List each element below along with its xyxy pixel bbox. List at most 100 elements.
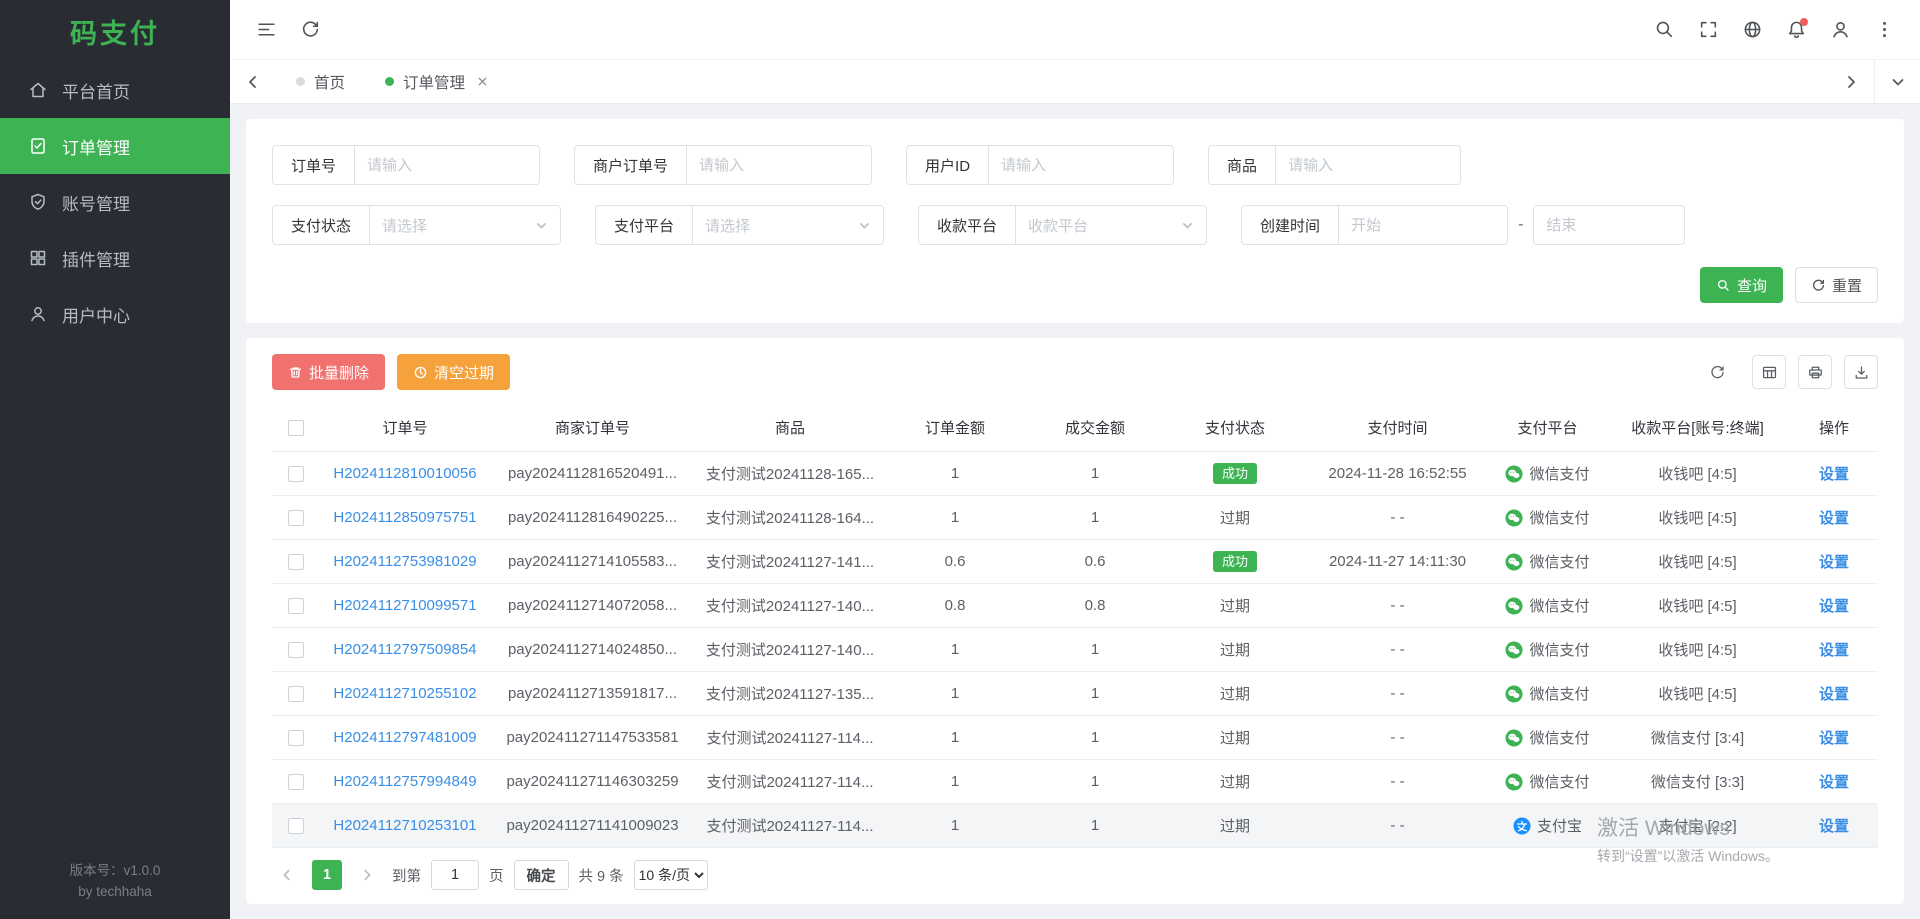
status-badge: 过期 (1220, 818, 1250, 835)
order-amount-cell: 1 (885, 760, 1025, 804)
pay-status-select[interactable]: 请选择 (369, 205, 561, 245)
print-button[interactable] (1798, 355, 1832, 389)
row-checkbox[interactable] (288, 642, 304, 658)
order-no-link[interactable]: H2024112810010056 (333, 465, 476, 482)
search-button[interactable]: 查询 (1700, 267, 1783, 303)
chevron-down-icon (858, 219, 871, 232)
paid-amount-cell: 0.8 (1025, 584, 1165, 628)
table-row: H2024112753981029 pay2024112714105583...… (272, 540, 1878, 584)
export-button[interactable] (1844, 355, 1878, 389)
row-checkbox[interactable] (288, 730, 304, 746)
row-settings-link[interactable]: 设置 (1819, 818, 1849, 835)
notification-dot (1800, 18, 1808, 26)
chevron-right-icon (360, 868, 374, 882)
filter-row-1: 订单号 商户订单号 用户ID 商品 (272, 145, 1878, 185)
row-checkbox[interactable] (288, 510, 304, 526)
tabs-scroll-right-button[interactable] (1828, 60, 1874, 103)
select-all-checkbox[interactable] (288, 420, 304, 436)
row-checkbox[interactable] (288, 774, 304, 790)
row-checkbox[interactable] (288, 466, 304, 482)
goto-confirm-button[interactable]: 确定 (514, 860, 569, 890)
row-checkbox[interactable] (288, 554, 304, 570)
user-button[interactable] (1820, 10, 1860, 50)
row-settings-link[interactable]: 设置 (1819, 774, 1849, 791)
row-settings-link[interactable]: 设置 (1819, 598, 1849, 615)
tab-close-icon[interactable] (476, 75, 489, 88)
create-time-start-input[interactable] (1338, 205, 1508, 245)
tab-order-management[interactable]: 订单管理 (365, 60, 509, 103)
sidebar-item-user-center[interactable]: 用户中心 (0, 286, 230, 342)
sidebar-item-accounts[interactable]: 账号管理 (0, 174, 230, 230)
next-page-button[interactable] (352, 860, 382, 890)
row-settings-link[interactable]: 设置 (1819, 466, 1849, 483)
language-button[interactable] (1732, 10, 1772, 50)
row-settings-link[interactable]: 设置 (1819, 686, 1849, 703)
create-time-end-input[interactable] (1533, 205, 1685, 245)
row-checkbox[interactable] (288, 818, 304, 834)
more-button[interactable] (1864, 10, 1904, 50)
create-time-filter: 创建时间 - (1241, 205, 1685, 245)
product-input[interactable] (1275, 145, 1461, 185)
reset-button[interactable]: 重置 (1795, 267, 1878, 303)
user-id-input[interactable] (988, 145, 1174, 185)
column-settings-button[interactable] (1752, 355, 1786, 389)
pay-platform-select[interactable]: 请选择 (692, 205, 884, 245)
row-settings-link[interactable]: 设置 (1819, 554, 1849, 571)
order-no-link[interactable]: H2024112757994849 (333, 773, 476, 790)
merchant-order-no-input[interactable] (686, 145, 872, 185)
tabs-menu-button[interactable] (1874, 60, 1920, 103)
order-amount-cell: 0.6 (885, 540, 1025, 584)
receive-platform-label: 收款平台 (918, 205, 1015, 245)
trash-icon (288, 365, 303, 380)
goto-page-input[interactable] (431, 860, 479, 890)
product-cell: 支付测试20241127-140... (695, 584, 885, 628)
refresh-list-button[interactable] (1700, 355, 1734, 389)
chevron-down-icon (1890, 74, 1906, 90)
filter-row-2: 支付状态 请选择 支付平台 请选择 收款平台 (272, 205, 1878, 245)
platform-cell: 微信支付 (1505, 551, 1589, 572)
fullscreen-button[interactable] (1688, 10, 1728, 50)
sidebar-item-plugins[interactable]: 插件管理 (0, 230, 230, 286)
order-no-link[interactable]: H2024112753981029 (333, 553, 476, 570)
current-page-button[interactable]: 1 (312, 860, 342, 890)
clear-expired-button[interactable]: 清空过期 (397, 354, 510, 390)
order-no-link[interactable]: H2024112797481009 (333, 729, 476, 746)
tabs-scroll-left-button[interactable] (230, 60, 276, 103)
order-no-link[interactable]: H2024112850975751 (333, 509, 476, 526)
order-no-input[interactable] (354, 145, 540, 185)
col-receive-platform: 收款平台[账号:终端] (1605, 404, 1790, 452)
notifications-button[interactable] (1776, 10, 1816, 50)
status-badge: 过期 (1220, 598, 1250, 615)
col-merchant-order-no: 商家订单号 (490, 404, 695, 452)
row-settings-link[interactable]: 设置 (1819, 730, 1849, 747)
prev-page-button[interactable] (272, 860, 302, 890)
sidebar-item-orders[interactable]: 订单管理 (0, 118, 230, 174)
page-size-select[interactable]: 10 条/页 (634, 860, 708, 890)
platform-cell: 微信支付 (1505, 507, 1589, 528)
clear-expired-label: 清空过期 (434, 362, 494, 383)
order-amount-cell: 1 (885, 452, 1025, 496)
collapse-sidebar-button[interactable] (246, 10, 286, 50)
order-no-link[interactable]: H2024112710255102 (333, 685, 476, 702)
order-no-link[interactable]: H2024112710253101 (333, 817, 476, 834)
merchant-order-no-cell: pay2024112713591817... (490, 672, 695, 716)
tab-home[interactable]: 首页 (276, 60, 365, 103)
collapse-sidebar-icon (256, 19, 277, 40)
product-filter: 商品 (1208, 145, 1461, 185)
wechat-pay-icon (1505, 773, 1523, 791)
wechat-pay-icon (1505, 729, 1523, 747)
row-settings-link[interactable]: 设置 (1819, 510, 1849, 527)
platform-icon (1505, 729, 1523, 747)
order-no-link[interactable]: H2024112710099571 (333, 597, 476, 614)
batch-delete-button[interactable]: 批量删除 (272, 354, 385, 390)
order-no-link[interactable]: H2024112797509854 (333, 641, 476, 658)
sidebar-item-home[interactable]: 平台首页 (0, 62, 230, 118)
search-button-header[interactable] (1644, 10, 1684, 50)
refresh-page-button[interactable] (290, 10, 330, 50)
row-checkbox[interactable] (288, 598, 304, 614)
row-settings-link[interactable]: 设置 (1819, 642, 1849, 659)
top-header (230, 0, 1920, 60)
row-checkbox[interactable] (288, 686, 304, 702)
receive-platform-select[interactable]: 收款平台 (1015, 205, 1207, 245)
platform-icon (1505, 553, 1523, 571)
